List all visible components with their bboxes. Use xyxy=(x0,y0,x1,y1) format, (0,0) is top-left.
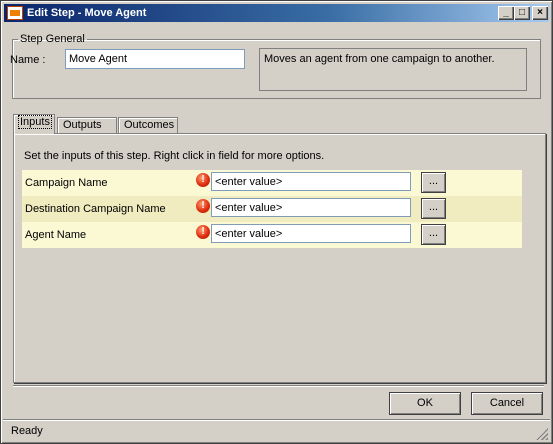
error-icon: ! xyxy=(196,225,210,239)
input-row-label: Agent Name xyxy=(25,229,87,241)
agent-name-browse-button[interactable]: ... xyxy=(421,224,446,245)
input-row-label: Destination Campaign Name xyxy=(25,203,166,215)
input-row-agent-name: Agent Name ! ... xyxy=(22,222,522,248)
inputs-hint: Set the inputs of this step. Right click… xyxy=(24,150,325,162)
input-row-label: Campaign Name xyxy=(25,177,108,189)
error-icon: ! xyxy=(196,199,210,213)
cancel-button[interactable]: Cancel xyxy=(471,392,543,415)
title-bar[interactable]: Edit Step - Move Agent _ □ × xyxy=(4,4,549,22)
description-box[interactable]: Moves an agent from one campaign to anot… xyxy=(259,48,527,91)
maximize-button[interactable]: □ xyxy=(514,6,530,20)
tab-outputs-label: Outputs xyxy=(63,119,102,131)
name-label: Name : xyxy=(10,54,46,66)
window-title: Edit Step - Move Agent xyxy=(27,7,147,19)
app-icon xyxy=(7,6,23,20)
step-general-legend: Step General xyxy=(20,33,85,45)
inputs-grid: Campaign Name ! ... Destination Campaign… xyxy=(22,170,522,248)
campaign-name-browse-button[interactable]: ... xyxy=(421,172,446,193)
tab-outcomes-label: Outcomes xyxy=(124,119,175,131)
input-row-campaign-name: Campaign Name ! ... xyxy=(22,170,522,196)
inputs-panel: Set the inputs of this step. Right click… xyxy=(13,133,546,383)
agent-name-field[interactable] xyxy=(211,224,411,243)
status-text: Ready xyxy=(11,425,43,437)
name-field[interactable] xyxy=(65,49,245,69)
campaign-name-field[interactable] xyxy=(211,172,411,191)
edit-step-window: Edit Step - Move Agent _ □ × Step Genera… xyxy=(0,0,553,444)
tab-inputs-label: Inputs xyxy=(18,115,52,129)
separator xyxy=(13,385,544,387)
minimize-button[interactable]: _ xyxy=(498,6,514,20)
close-button[interactable]: × xyxy=(532,6,548,20)
status-bar: Ready xyxy=(3,419,550,442)
ok-button[interactable]: OK xyxy=(389,392,461,415)
destination-campaign-name-browse-button[interactable]: ... xyxy=(421,198,446,219)
tab-outputs[interactable]: Outputs xyxy=(57,117,117,133)
tab-outcomes[interactable]: Outcomes xyxy=(118,117,178,133)
input-row-destination-campaign-name: Destination Campaign Name ! ... xyxy=(22,196,522,222)
destination-campaign-name-field[interactable] xyxy=(211,198,411,217)
resize-grip-icon[interactable] xyxy=(536,428,548,440)
tab-inputs[interactable]: Inputs xyxy=(13,114,55,134)
error-icon: ! xyxy=(196,173,210,187)
